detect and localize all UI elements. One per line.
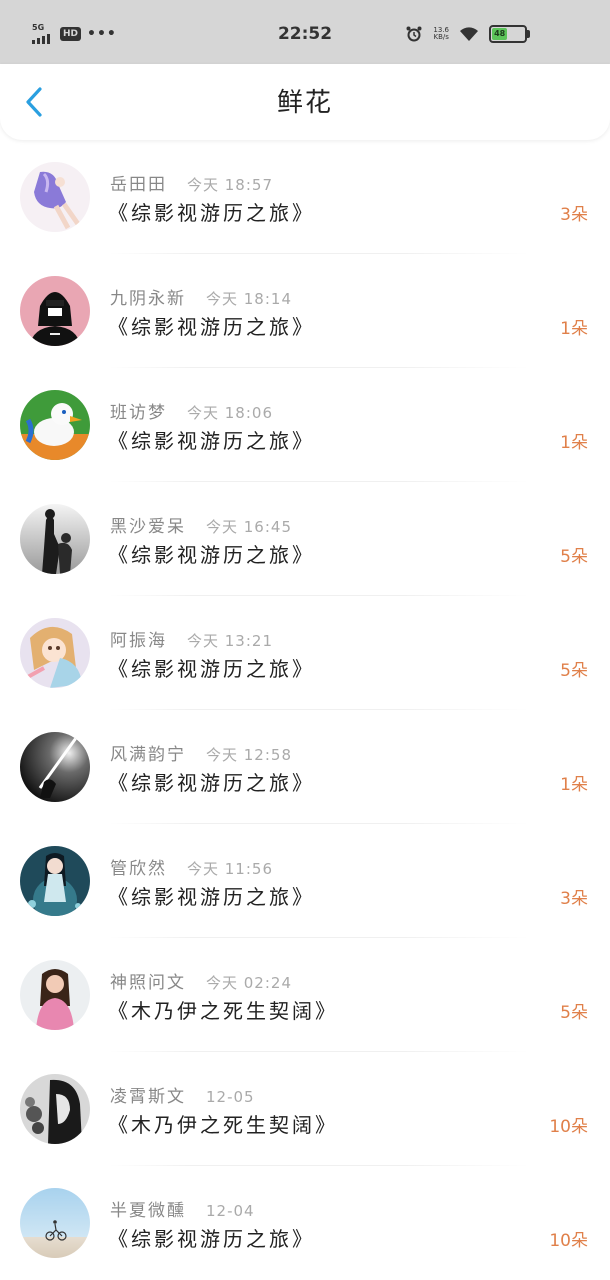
list-item[interactable]: 九阴永新 今天 18:14 《综影视游历之旅》 1朵 [0,254,610,368]
book-title[interactable]: 《木乃伊之死生契阔》 [108,1110,338,1140]
book-title[interactable]: 《综影视游历之旅》 [108,882,315,912]
username[interactable]: 班访梦 [110,398,167,423]
gift-meta: 岳田田 今天 18:57 [110,170,273,195]
battery-level: 48 [492,28,508,40]
list-item[interactable]: 岳田田 今天 18:57 《综影视游历之旅》 3朵 [0,140,610,254]
list-item[interactable]: 半夏微醺 12-04 《综影视游历之旅》 10朵 [0,1166,610,1280]
gift-time: 今天 02:24 [206,974,292,992]
username[interactable]: 阿振海 [110,626,167,651]
username[interactable]: 半夏微醺 [110,1196,186,1221]
gift-time: 今天 18:06 [187,404,273,422]
gift-meta: 黑沙爱呆 今天 16:45 [110,512,292,537]
gift-time: 今天 12:58 [206,746,292,764]
status-right: 13.6 KB/s 48 [405,22,530,46]
username[interactable]: 凌霄斯文 [110,1082,186,1107]
gift-time: 今天 11:56 [187,860,273,878]
flower-count: 5朵 [560,1003,588,1023]
list-item[interactable]: 风满韵宁 今天 12:58 《综影视游历之旅》 1朵 [0,710,610,824]
list-item[interactable]: 阿振海 今天 13:21 《综影视游历之旅》 5朵 [0,596,610,710]
gift-time: 今天 16:45 [206,518,292,536]
page-title: 鲜花 [276,88,333,118]
flower-count: 10朵 [549,1231,588,1251]
avatar[interactable] [20,846,90,916]
list-item[interactable]: 黑沙爱呆 今天 16:45 《综影视游历之旅》 5朵 [0,482,610,596]
status-bar: 5G HD ••• 22:52 13.6 KB/s 48 [0,0,610,64]
flower-count: 3朵 [560,889,588,909]
list-item[interactable]: 神照问文 今天 02:24 《木乃伊之死生契阔》 5朵 [0,938,610,1052]
gift-time: 今天 13:21 [187,632,273,650]
avatar[interactable] [20,732,90,802]
gift-meta: 凌霄斯文 12-05 [110,1082,255,1107]
list-item[interactable]: 凌霄斯文 12-05 《木乃伊之死生契阔》 10朵 [0,1052,610,1166]
flower-count: 1朵 [560,319,588,339]
network-speed: 13.6 KB/s [433,27,449,41]
gift-time: 12-04 [206,1202,255,1220]
flower-count: 5朵 [560,547,588,567]
book-title[interactable]: 《综影视游历之旅》 [108,768,315,798]
username[interactable]: 黑沙爱呆 [110,512,186,537]
list-item[interactable]: 班访梦 今天 18:06 《综影视游历之旅》 1朵 [0,368,610,482]
avatar[interactable] [20,390,90,460]
book-title[interactable]: 《综影视游历之旅》 [108,540,315,570]
gift-meta: 阿振海 今天 13:21 [110,626,273,651]
avatar[interactable] [20,276,90,346]
gift-time: 12-05 [206,1088,255,1106]
flower-gift-list: 岳田田 今天 18:57 《综影视游历之旅》 3朵 九阴永新 今天 18:14 … [0,140,610,1280]
gift-time: 今天 18:14 [206,290,292,308]
flower-count: 1朵 [560,433,588,453]
book-title[interactable]: 《综影视游历之旅》 [108,1224,315,1254]
nav-bar: 鲜花 [0,64,610,140]
book-title[interactable]: 《综影视游历之旅》 [108,426,315,456]
avatar[interactable] [20,504,90,574]
flower-count: 1朵 [560,775,588,795]
wifi-icon [460,27,478,41]
username[interactable]: 九阴永新 [110,284,186,309]
gift-meta: 神照问文 今天 02:24 [110,968,292,993]
flower-count: 5朵 [560,661,588,681]
gift-meta: 半夏微醺 12-04 [110,1196,255,1221]
gift-meta: 管欣然 今天 11:56 [110,854,273,879]
username[interactable]: 风满韵宁 [110,740,186,765]
book-title[interactable]: 《木乃伊之死生契阔》 [108,996,338,1026]
username[interactable]: 神照问文 [110,968,186,993]
avatar[interactable] [20,618,90,688]
gift-time: 今天 18:57 [187,176,273,194]
avatar[interactable] [20,1188,90,1258]
gift-meta: 风满韵宁 今天 12:58 [110,740,292,765]
flower-count: 10朵 [549,1117,588,1137]
battery-icon: 48 [489,25,530,43]
alarm-icon [406,26,422,42]
book-title[interactable]: 《综影视游历之旅》 [108,312,315,342]
list-item[interactable]: 管欣然 今天 11:56 《综影视游历之旅》 3朵 [0,824,610,938]
avatar[interactable] [20,162,90,232]
avatar[interactable] [20,1074,90,1144]
flower-count: 3朵 [560,205,588,225]
username[interactable]: 管欣然 [110,854,167,879]
gift-meta: 班访梦 今天 18:06 [110,398,273,423]
avatar[interactable] [20,960,90,1030]
book-title[interactable]: 《综影视游历之旅》 [108,654,315,684]
speed-unit: KB/s [433,33,449,41]
username[interactable]: 岳田田 [110,170,167,195]
book-title[interactable]: 《综影视游历之旅》 [108,198,315,228]
gift-meta: 九阴永新 今天 18:14 [110,284,292,309]
